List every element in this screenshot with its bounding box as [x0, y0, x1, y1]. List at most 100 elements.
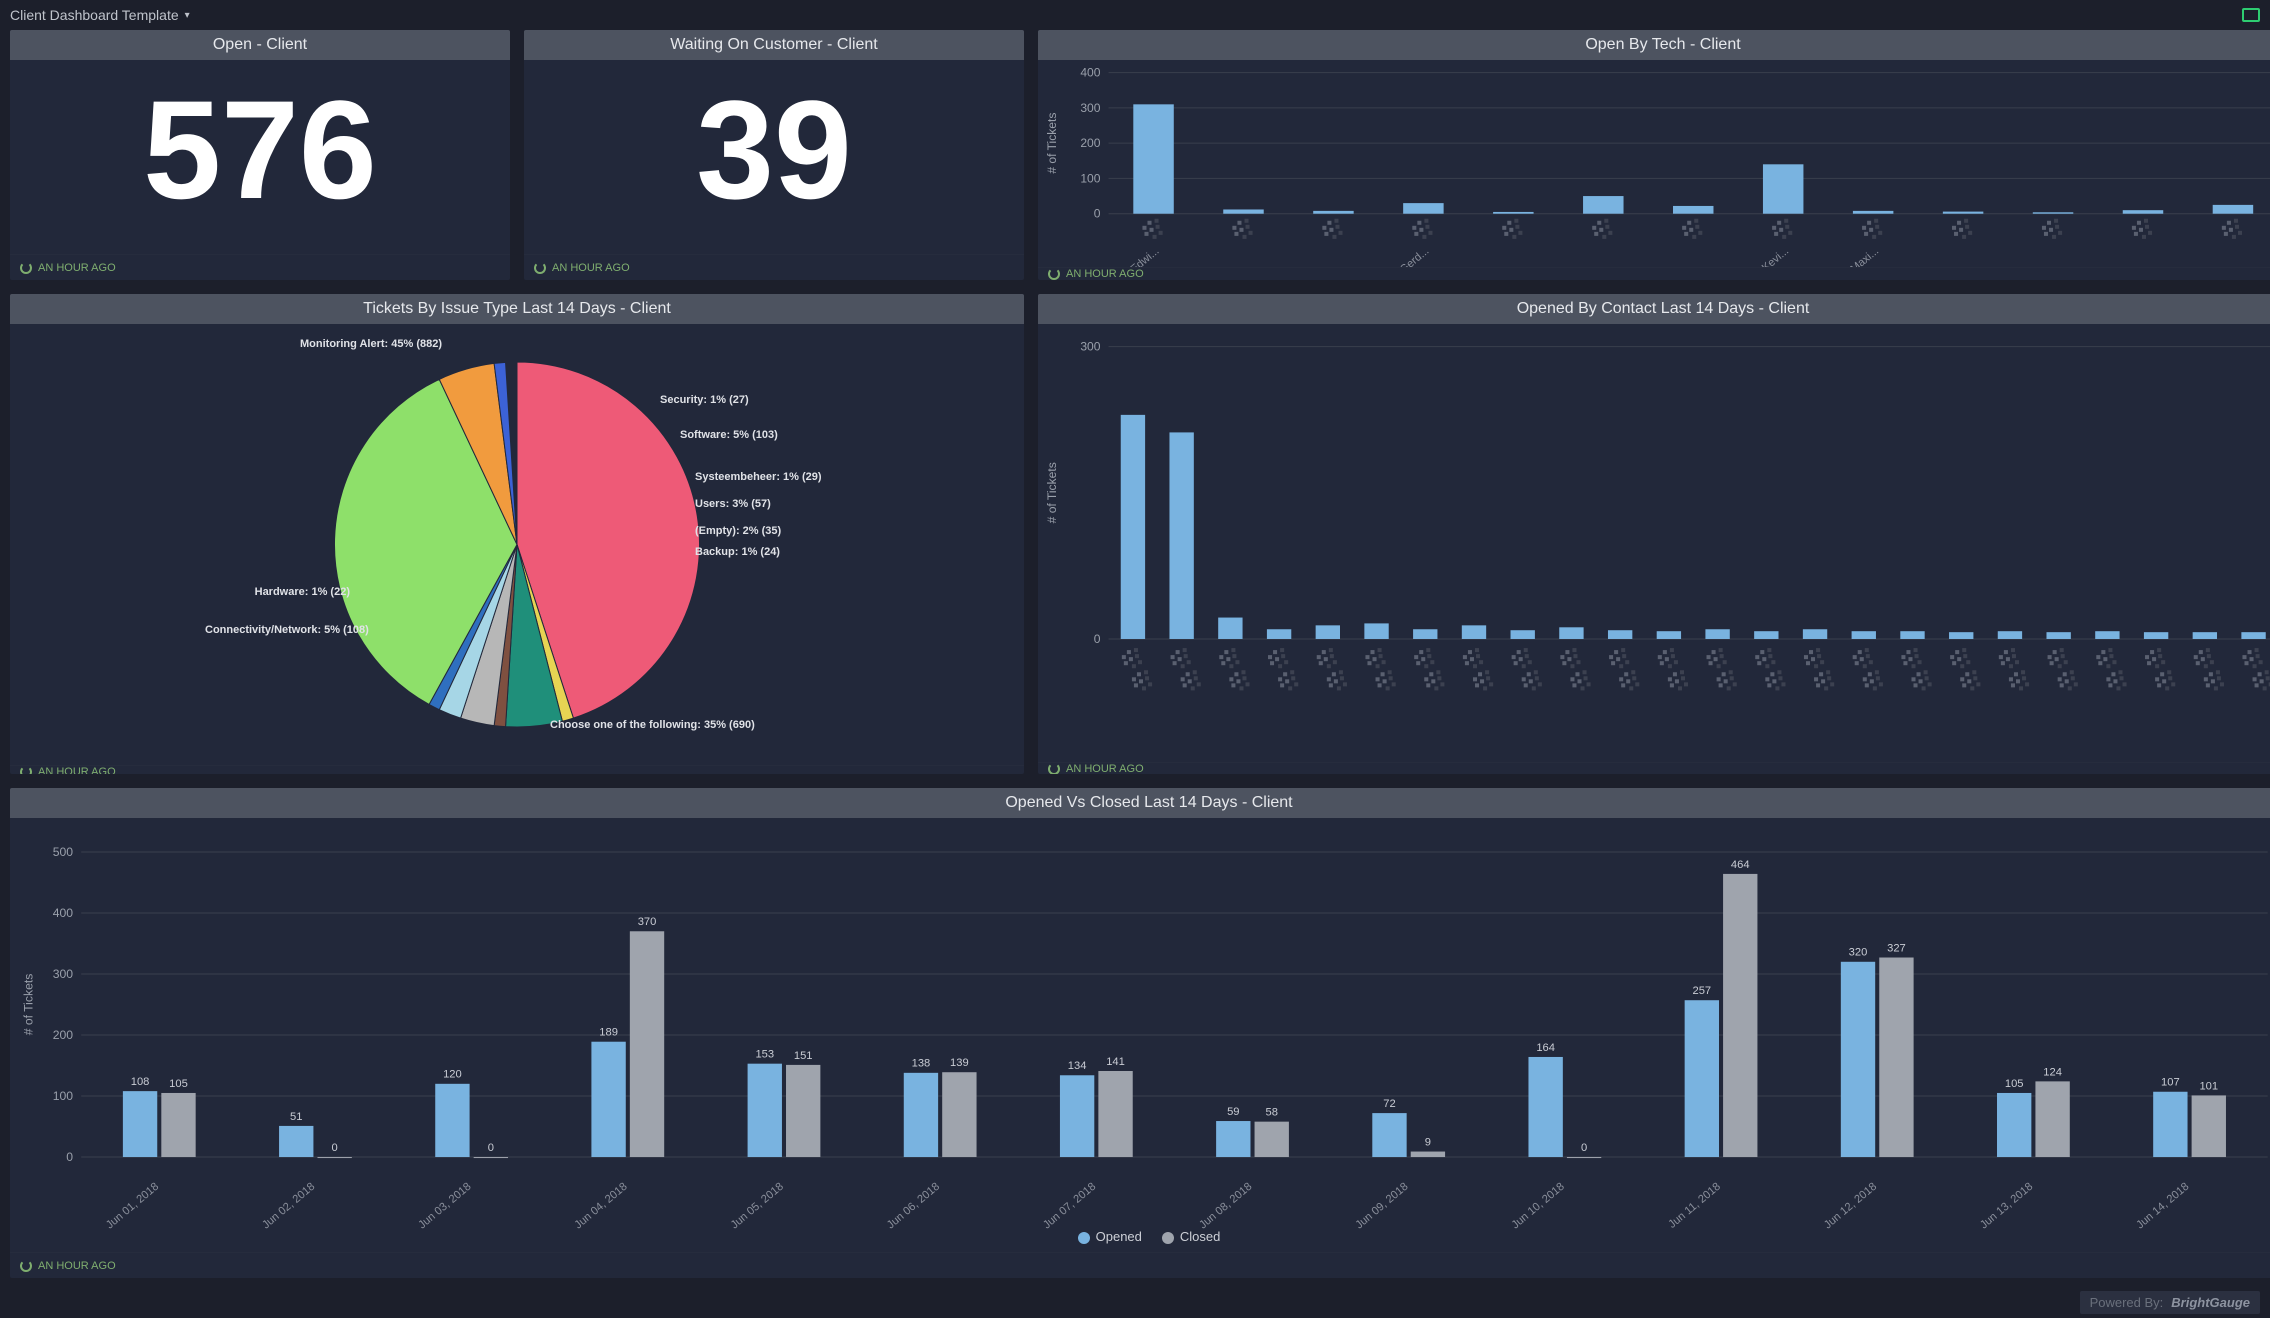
- open-by-tech-chart: 0100200300400# of TicketsEdwi...Gerd...K…: [1038, 60, 2270, 267]
- svg-text:300: 300: [1080, 101, 1100, 115]
- legend: Opened Closed: [10, 1223, 2270, 1250]
- svg-text:124: 124: [2043, 1066, 2062, 1078]
- pie-label: (Empty): 2% (35): [695, 525, 781, 537]
- svg-text:257: 257: [1693, 985, 1712, 997]
- card-footer: AN HOUR AGO: [10, 254, 510, 280]
- pie-label: Choose one of the following: 35% (690): [550, 719, 755, 731]
- topbar: Client Dashboard Template ▾: [0, 0, 2270, 30]
- svg-text:Kevi...: Kevi...: [1760, 245, 1791, 266]
- svg-text:0: 0: [488, 1142, 494, 1154]
- svg-text:105: 105: [2005, 1078, 2024, 1090]
- pie-label: Software: 5% (103): [680, 429, 778, 441]
- svg-text:370: 370: [638, 916, 657, 928]
- svg-text:320: 320: [1849, 947, 1868, 959]
- svg-text:101: 101: [2199, 1080, 2218, 1092]
- updated-time: AN HOUR AGO: [1066, 763, 1144, 774]
- powered-by-brand: BrightGauge: [2171, 1295, 2250, 1310]
- svg-text:Maxi...: Maxi...: [1848, 245, 1881, 266]
- svg-text:107: 107: [2161, 1077, 2180, 1089]
- pie-label: Hardware: 1% (22): [250, 586, 350, 598]
- card-open-vs-closed: Opened Vs Closed Last 14 Days - Client 0…: [10, 788, 2270, 1278]
- pie-label: Systeembeheer: 1% (29): [695, 471, 822, 483]
- legend-dot-closed: [1162, 1232, 1174, 1244]
- powered-by[interactable]: Powered By: BrightGauge: [2080, 1291, 2260, 1314]
- legend-label-closed: Closed: [1180, 1229, 1220, 1244]
- dashboard-title-dropdown[interactable]: Client Dashboard Template ▾: [10, 7, 190, 23]
- monitor-icon[interactable]: [2242, 8, 2260, 22]
- svg-text:# of Tickets: # of Tickets: [1045, 113, 1059, 174]
- updated-time: AN HOUR AGO: [38, 262, 116, 274]
- svg-text:139: 139: [950, 1057, 969, 1069]
- refresh-icon: [1048, 268, 1060, 280]
- pie-label: Users: 3% (57): [695, 498, 771, 510]
- updated-time: AN HOUR AGO: [38, 1260, 116, 1272]
- card-footer: AN HOUR AGO: [524, 254, 1024, 280]
- svg-text:189: 189: [599, 1027, 618, 1039]
- svg-text:0: 0: [66, 1150, 73, 1164]
- svg-text:105: 105: [169, 1078, 188, 1090]
- dashboard-title: Client Dashboard Template: [10, 7, 179, 23]
- card-title: Open By Tech - Client: [1038, 30, 2270, 60]
- svg-text:72: 72: [1383, 1098, 1395, 1110]
- svg-text:400: 400: [53, 906, 74, 920]
- svg-text:0: 0: [1094, 207, 1101, 221]
- svg-text:164: 164: [1536, 1042, 1555, 1054]
- pie-label: Monitoring Alert: 45% (882): [300, 338, 442, 350]
- svg-text:151: 151: [794, 1050, 813, 1062]
- svg-text:Edwi...: Edwi...: [1128, 245, 1161, 266]
- svg-text:100: 100: [1080, 171, 1100, 185]
- refresh-icon: [1048, 763, 1060, 774]
- svg-text:300: 300: [1080, 340, 1100, 354]
- card-open-by-tech: Open By Tech - Client 0 100 200 300 400 # of …: [1038, 30, 2270, 280]
- card-open-client: Open - Client 576 AN HOUR AGO: [10, 30, 510, 280]
- refresh-icon: [534, 262, 546, 274]
- card-title: Opened By Contact Last 14 Days - Client: [1038, 294, 2270, 324]
- svg-text:200: 200: [1080, 136, 1100, 150]
- svg-text:9: 9: [1425, 1136, 1431, 1148]
- svg-text:300: 300: [53, 967, 74, 981]
- refresh-icon: [20, 766, 32, 774]
- svg-text:500: 500: [53, 845, 74, 859]
- svg-text:59: 59: [1227, 1106, 1239, 1118]
- by-contact-chart: 0 300 # of Tickets: [1038, 324, 2270, 762]
- svg-text:51: 51: [290, 1111, 302, 1123]
- card-footer: AN HOUR AGO: [1038, 762, 2270, 774]
- card-title: Open - Client: [10, 30, 510, 60]
- card-footer: AN HOUR AGO: [10, 765, 1024, 774]
- card-title: Tickets By Issue Type Last 14 Days - Cli…: [10, 294, 1024, 324]
- svg-text:58: 58: [1266, 1107, 1278, 1119]
- svg-text:200: 200: [53, 1028, 74, 1042]
- pie-label: Connectivity/Network: 5% (108): [205, 624, 365, 636]
- card-by-contact: Opened By Contact Last 14 Days - Client …: [1038, 294, 2270, 774]
- card-title: Waiting On Customer - Client: [524, 30, 1024, 60]
- issue-type-pie-chart: [10, 324, 1024, 765]
- svg-text:138: 138: [912, 1058, 931, 1070]
- svg-text:134: 134: [1068, 1060, 1087, 1072]
- updated-time: AN HOUR AGO: [552, 262, 630, 274]
- updated-time: AN HOUR AGO: [38, 766, 116, 774]
- svg-text:# of Tickets: # of Tickets: [1045, 462, 1059, 523]
- svg-text:153: 153: [755, 1049, 774, 1061]
- card-footer: AN HOUR AGO: [10, 1252, 2270, 1278]
- svg-text:108: 108: [131, 1076, 150, 1088]
- refresh-icon: [20, 1260, 32, 1272]
- legend-dot-opened: [1078, 1232, 1090, 1244]
- svg-text:100: 100: [53, 1089, 74, 1103]
- svg-text:464: 464: [1731, 859, 1750, 871]
- svg-text:# of Tickets: # of Tickets: [21, 974, 35, 1036]
- svg-text:327: 327: [1887, 942, 1906, 954]
- open-vs-closed-chart: 0100200300400500# of Tickets108105Jun 01…: [10, 818, 2270, 1252]
- updated-time: AN HOUR AGO: [1066, 268, 1144, 280]
- pie-label: Security: 1% (27): [660, 394, 749, 406]
- svg-text:400: 400: [1080, 66, 1100, 80]
- svg-text:0: 0: [332, 1142, 338, 1154]
- svg-text:0: 0: [1094, 632, 1101, 646]
- card-issue-type: Tickets By Issue Type Last 14 Days - Cli…: [10, 294, 1024, 774]
- legend-label-opened: Opened: [1096, 1229, 1142, 1244]
- card-title: Opened Vs Closed Last 14 Days - Client: [10, 788, 2270, 818]
- card-waiting-customer: Waiting On Customer - Client 39 AN HOUR …: [524, 30, 1024, 280]
- powered-by-label: Powered By:: [2090, 1295, 2164, 1310]
- svg-text:0: 0: [1581, 1142, 1587, 1154]
- chevron-down-icon: ▾: [185, 10, 190, 21]
- refresh-icon: [20, 262, 32, 274]
